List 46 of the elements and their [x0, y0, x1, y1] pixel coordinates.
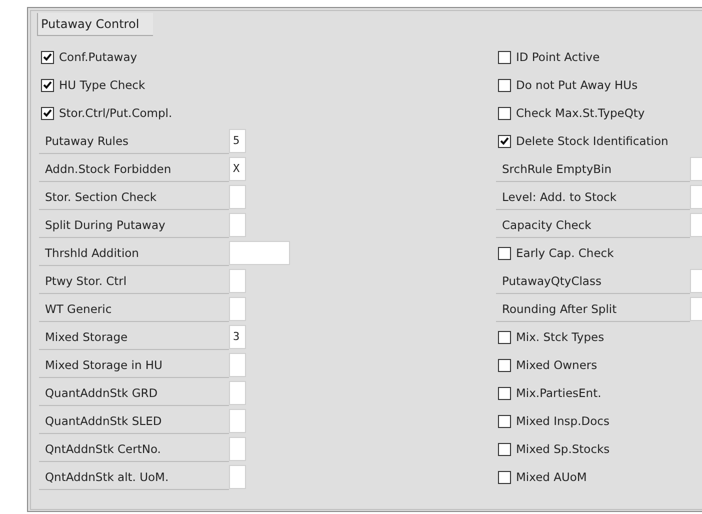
checkbox[interactable]: [498, 414, 511, 428]
input-field[interactable]: 5: [229, 128, 246, 152]
input-field[interactable]: [229, 436, 246, 460]
checkbox-label: Stor.Ctrl/Put.Compl.: [59, 106, 172, 120]
input-field[interactable]: [229, 408, 246, 432]
checkbox[interactable]: [41, 106, 54, 120]
checkbox[interactable]: [498, 330, 511, 344]
input-field[interactable]: [229, 268, 246, 292]
checkbox-label: Mixed Sp.Stocks: [516, 442, 610, 456]
checkbox-label: ID Point Active: [516, 50, 600, 64]
input-field[interactable]: [229, 240, 290, 264]
input-field[interactable]: X: [229, 156, 246, 180]
checkbox[interactable]: [498, 358, 511, 372]
input-field[interactable]: [690, 156, 702, 180]
input-field[interactable]: [690, 268, 702, 292]
checkbox-label: Do not Put Away HUs: [516, 78, 638, 92]
checkbox-label: Mixed Owners: [516, 358, 598, 372]
checkbox-label: Conf.Putaway: [59, 50, 138, 64]
checkbox[interactable]: [41, 50, 54, 64]
checkbox-label: HU Type Check: [59, 78, 146, 92]
checkbox-label: Delete Stock Identification: [516, 134, 668, 148]
checkbox[interactable]: [498, 50, 511, 64]
checkbox-label: Check Max.St.TypeQty: [516, 106, 645, 120]
checkbox[interactable]: [498, 78, 511, 92]
checkbox-label: Mix.PartiesEnt.: [516, 386, 602, 400]
input-field[interactable]: [229, 212, 246, 236]
checkbox[interactable]: [498, 470, 511, 484]
input-field[interactable]: 3: [229, 324, 246, 348]
input-field[interactable]: [229, 296, 246, 320]
checkbox[interactable]: [498, 134, 511, 148]
input-field[interactable]: [229, 352, 246, 376]
input-field[interactable]: [690, 212, 702, 236]
input-field[interactable]: [229, 464, 246, 488]
input-field[interactable]: [229, 184, 246, 208]
checkbox-label: Mixed AUoM: [516, 470, 587, 484]
input-field[interactable]: [690, 296, 702, 320]
checkbox-label: Mix. Stck Types: [516, 330, 604, 344]
checkbox-label: Early Cap. Check: [516, 246, 614, 260]
checkbox[interactable]: [498, 246, 511, 260]
checkbox[interactable]: [498, 106, 511, 120]
input-field[interactable]: [229, 380, 246, 404]
checkbox[interactable]: [498, 386, 511, 400]
checkbox-label: Mixed Insp.Docs: [516, 414, 610, 428]
checkbox[interactable]: [41, 78, 54, 92]
checkbox[interactable]: [498, 442, 511, 456]
input-field[interactable]: [690, 184, 702, 208]
